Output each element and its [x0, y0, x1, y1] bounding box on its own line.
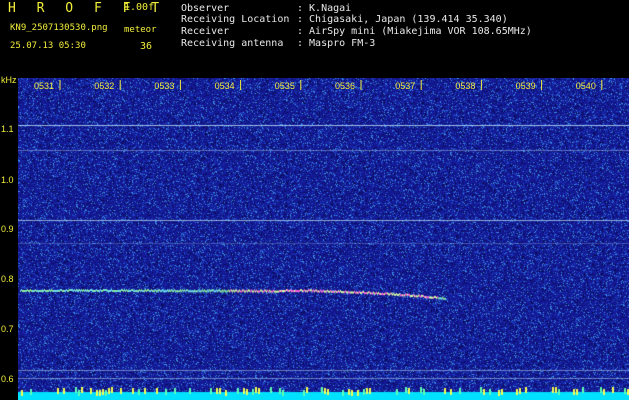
- location-value: : Chigasaki, Japan (139.414 35.340): [297, 14, 508, 25]
- antenna-key: Receiving antenna: [181, 38, 284, 49]
- y-tick-label: 0.9: [1, 224, 14, 234]
- y-unit-label: kHz: [1, 75, 17, 85]
- x-tick-label: 0539: [516, 81, 536, 91]
- version-label: 1.00f: [124, 2, 155, 13]
- y-axis-labels: kHz 1.1 1.0 0.9 0.8 0.7 0.6: [0, 75, 18, 400]
- spectrogram-canvas: [18, 78, 629, 400]
- antenna-value: : Maspro FM-3: [297, 38, 376, 49]
- meteor-label: meteor: [124, 25, 157, 35]
- meteor-count: 36: [140, 41, 153, 52]
- x-tick-label: 0533: [154, 81, 174, 91]
- x-tick-label: 0532: [94, 81, 114, 91]
- location-key: Receiving Location: [181, 14, 290, 25]
- y-tick-label: 0.8: [1, 274, 14, 284]
- y-tick-label: 0.6: [1, 374, 14, 384]
- observer-value: : K.Nagai: [297, 3, 352, 14]
- x-tick-label: 0538: [455, 81, 475, 91]
- observer-key: Observer: [181, 3, 230, 14]
- x-tick-label: 0534: [215, 81, 235, 91]
- y-tick-label: 0.7: [1, 324, 14, 334]
- x-tick-label: 0535: [275, 81, 295, 91]
- receiver-value: : AirSpy mini (Miakejima VOR 108.65MHz): [297, 26, 532, 37]
- filename-label: KN9_2507130530.png: [10, 23, 108, 33]
- receiver-key: Receiver: [181, 26, 230, 37]
- x-tick-label: 0536: [335, 81, 355, 91]
- x-tick-label: 0531: [34, 81, 54, 91]
- y-tick-label: 1.1: [1, 124, 14, 134]
- datetime-label: 25.07.13 05:30: [10, 41, 86, 51]
- x-tick-label: 0537: [395, 81, 415, 91]
- y-tick-label: 1.0: [1, 175, 14, 185]
- x-axis-ticks: 0531 0532 0533 0534 0535 0536 0537 0538 0539 0540: [34, 80, 603, 91]
- x-tick-label: 0540: [576, 81, 596, 91]
- header-panel: H R O F F T 1.00f KN9_2507130530.png 25.…: [0, 0, 629, 78]
